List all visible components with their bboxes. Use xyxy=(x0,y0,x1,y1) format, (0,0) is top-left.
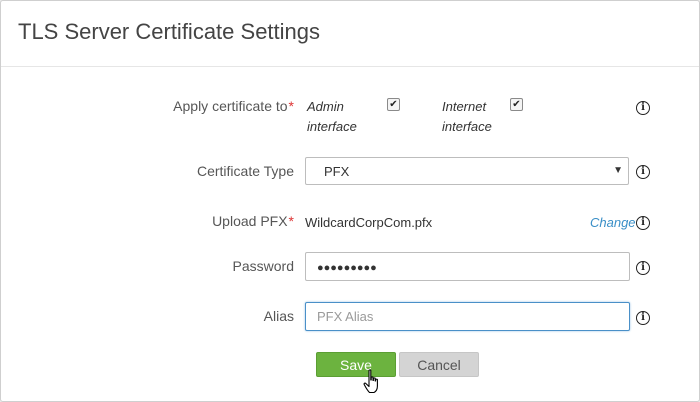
change-file-link[interactable]: Change xyxy=(590,215,636,230)
admin-interface-label-line2: interface xyxy=(307,119,357,134)
required-asterisk: * xyxy=(288,213,294,229)
uploaded-filename: WildcardCorpCom.pfx xyxy=(305,215,433,230)
info-icon[interactable]: i xyxy=(636,165,650,179)
internet-interface-label-line2: interface xyxy=(442,119,492,134)
certificate-type-label: Certificate Type xyxy=(196,163,294,179)
info-icon[interactable]: i xyxy=(636,261,650,275)
dialog-header: TLS Server Certificate Settings xyxy=(1,1,699,67)
internet-interface-checkbox[interactable]: ✔ xyxy=(510,98,523,111)
hand-cursor-icon xyxy=(363,369,378,394)
dialog-title: TLS Server Certificate Settings xyxy=(18,19,321,44)
chevron-down-icon: ▼ xyxy=(613,165,623,176)
info-icon[interactable]: i xyxy=(636,311,650,325)
save-button[interactable]: Save xyxy=(316,352,396,377)
info-icon[interactable]: i xyxy=(636,101,650,115)
alias-label: Alias xyxy=(263,308,294,324)
password-input[interactable] xyxy=(305,252,630,281)
password-label: Password xyxy=(232,258,294,274)
upload-pfx-label-text: Upload PFX xyxy=(212,213,288,229)
internet-interface-label: Internet interface xyxy=(442,97,492,137)
admin-interface-label: Admin interface xyxy=(307,97,357,137)
tls-settings-dialog: TLS Server Certificate Settings Apply ce… xyxy=(0,0,700,402)
admin-interface-checkbox[interactable]: ✔ xyxy=(387,98,400,111)
upload-pfx-label: Upload PFX* xyxy=(212,213,294,229)
internet-interface-label-line1: Internet xyxy=(442,99,487,114)
apply-certificate-label-text: Apply certificate to xyxy=(173,98,288,114)
certificate-type-value: PFX xyxy=(324,164,350,179)
cancel-button[interactable]: Cancel xyxy=(399,352,479,377)
alias-input[interactable] xyxy=(305,302,630,331)
apply-certificate-label: Apply certificate to* xyxy=(173,98,294,114)
required-asterisk: * xyxy=(288,98,294,114)
info-icon[interactable]: i xyxy=(636,216,650,230)
certificate-type-select[interactable]: PFX ▼ xyxy=(305,157,629,185)
admin-interface-label-line1: Admin xyxy=(307,99,344,114)
